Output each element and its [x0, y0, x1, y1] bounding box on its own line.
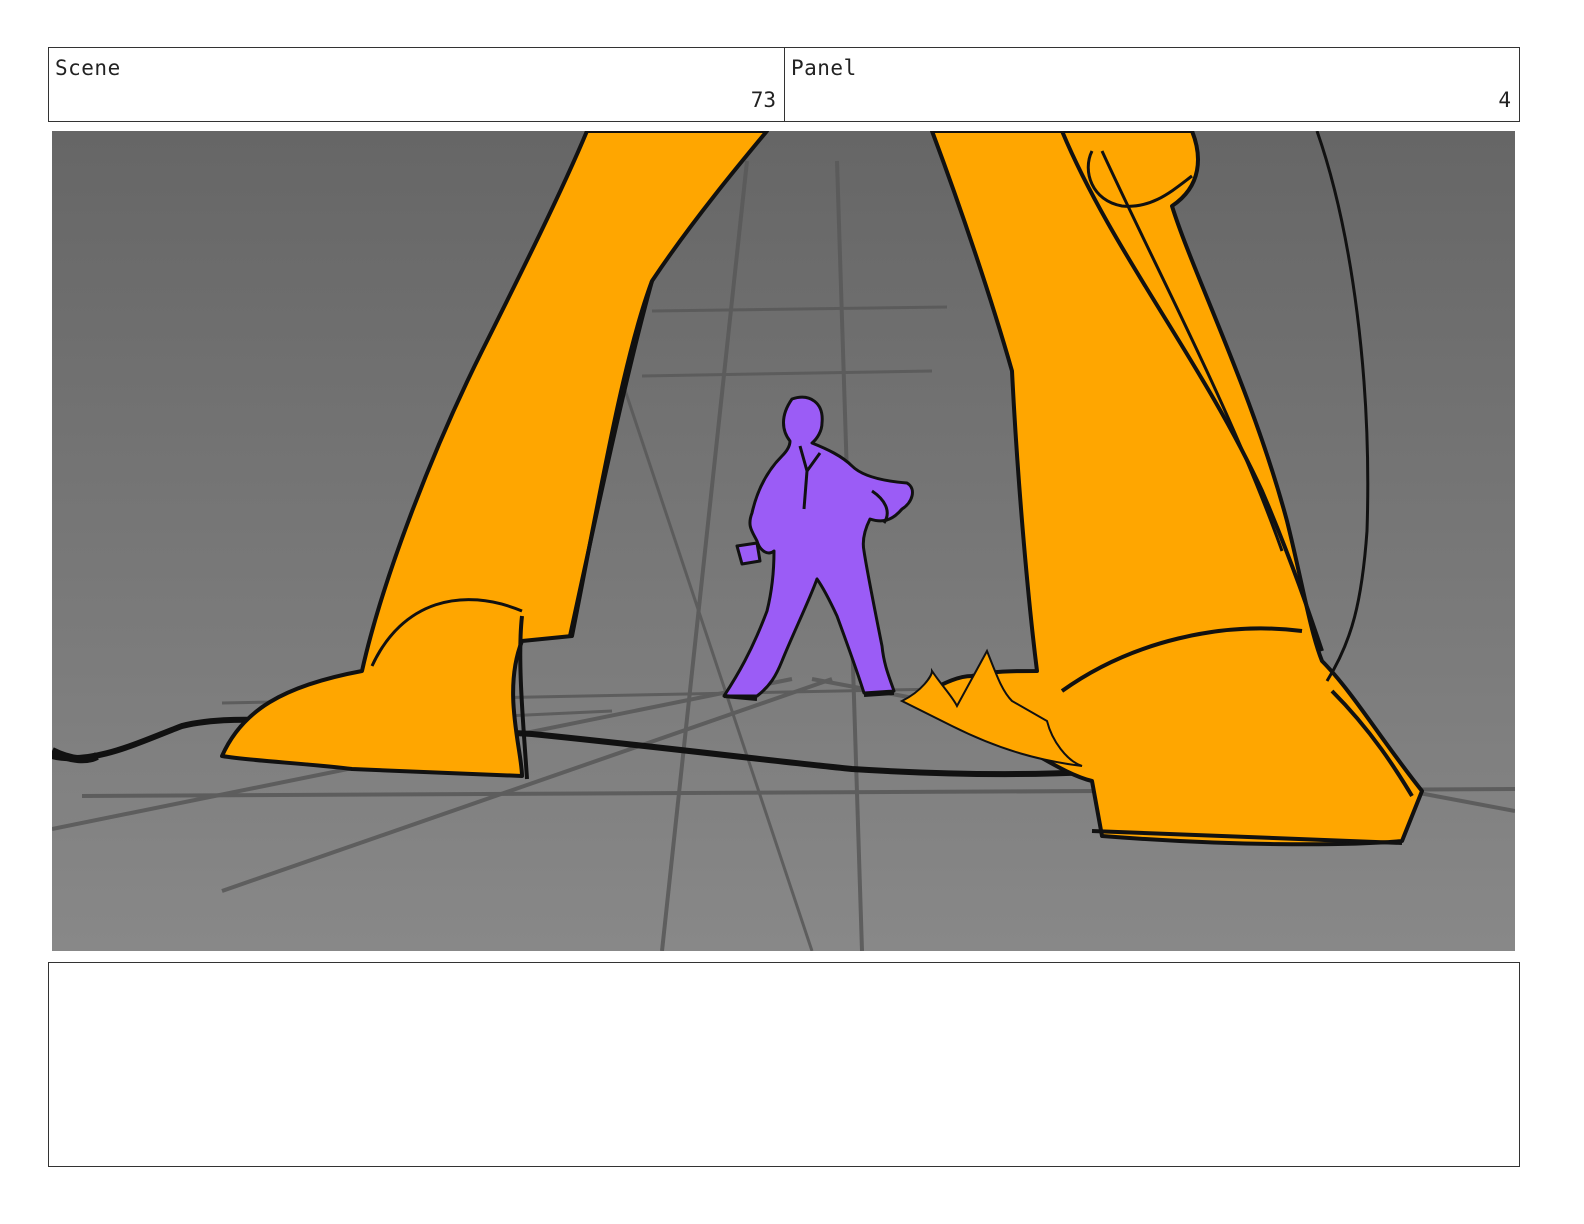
figure-left-hand: [735, 541, 762, 566]
scene-label: Scene: [55, 56, 121, 80]
storyboard-frame: [52, 131, 1515, 951]
scene-cell: Scene 73: [49, 48, 785, 121]
storyboard-drawing: [52, 131, 1515, 951]
panel-label: Panel: [791, 56, 857, 80]
notes-box[interactable]: [48, 962, 1520, 1167]
panel-number: 4: [1498, 88, 1511, 112]
scene-number: 73: [750, 88, 776, 112]
panel-cell: Panel 4: [785, 48, 1519, 121]
storyboard-header: Scene 73 Panel 4: [48, 47, 1520, 122]
